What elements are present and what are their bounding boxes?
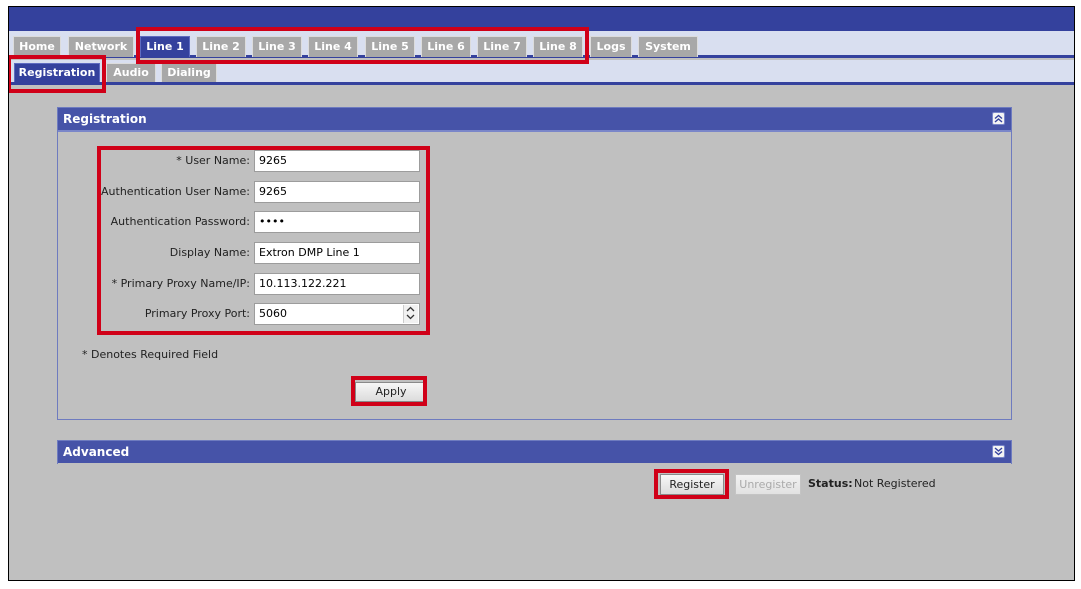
proxy-port-stepper[interactable]: 5060 xyxy=(254,303,420,325)
auth-user-name-row: Authentication User Name: xyxy=(58,181,254,203)
spinner-arrows-icon[interactable] xyxy=(403,305,418,323)
status-label: Status: xyxy=(808,477,853,490)
subtab-dialing[interactable]: Dialing xyxy=(161,63,217,82)
advanced-panel: Advanced xyxy=(57,440,1012,464)
tab-line-4[interactable]: Line 4 xyxy=(308,36,358,57)
proxy-port-value: 5060 xyxy=(259,307,287,320)
tab-line-3[interactable]: Line 3 xyxy=(252,36,302,57)
app-window: Home Network Line 1 Line 2 Line 3 Line 4… xyxy=(8,6,1075,581)
tab-line-7[interactable]: Line 7 xyxy=(477,36,527,57)
auth-user-name-input[interactable]: 9265 xyxy=(254,181,420,203)
collapse-icon[interactable] xyxy=(992,112,1005,125)
status-value: Not Registered xyxy=(854,477,936,490)
proxy-port-row: Primary Proxy Port: xyxy=(58,303,254,325)
auth-user-name-label: Authentication User Name: xyxy=(101,185,250,198)
primary-proxy-input[interactable]: 10.113.122.221 xyxy=(254,273,420,295)
registration-panel: Registration * User Name: 9265 Authentic… xyxy=(57,107,1012,420)
primary-proxy-label: * Primary Proxy Name/IP: xyxy=(111,277,250,290)
register-button[interactable]: Register xyxy=(660,474,724,495)
auth-password-label: Authentication Password: xyxy=(110,215,250,228)
user-name-input[interactable]: 9265 xyxy=(254,150,420,172)
subtab-audio[interactable]: Audio xyxy=(106,63,156,82)
apply-button[interactable]: Apply xyxy=(355,382,427,402)
user-name-row: * User Name: xyxy=(58,150,254,172)
main-tab-bar: Home Network Line 1 Line 2 Line 3 Line 4… xyxy=(9,31,1074,58)
auth-password-input[interactable]: •••• xyxy=(254,211,420,233)
tab-network[interactable]: Network xyxy=(68,36,134,57)
registration-panel-title: Registration xyxy=(63,112,147,126)
top-banner xyxy=(9,7,1074,31)
tab-logs[interactable]: Logs xyxy=(590,36,632,57)
display-name-row: Display Name: xyxy=(58,242,254,264)
subtab-registration[interactable]: Registration xyxy=(14,63,100,82)
advanced-panel-header[interactable]: Advanced xyxy=(58,441,1011,463)
proxy-port-label: Primary Proxy Port: xyxy=(144,307,250,320)
auth-password-row: Authentication Password: xyxy=(58,211,254,233)
display-name-label: Display Name: xyxy=(169,246,250,259)
tab-line-8[interactable]: Line 8 xyxy=(533,36,583,57)
advanced-panel-title: Advanced xyxy=(63,445,130,459)
user-name-label: * User Name: xyxy=(176,154,250,167)
tab-line-2[interactable]: Line 2 xyxy=(196,36,246,57)
display-name-input[interactable]: Extron DMP Line 1 xyxy=(254,242,420,264)
registration-panel-header: Registration xyxy=(58,108,1011,132)
primary-proxy-row: * Primary Proxy Name/IP: xyxy=(58,273,254,295)
tab-system[interactable]: System xyxy=(638,36,698,57)
tab-home[interactable]: Home xyxy=(13,36,61,57)
tab-line-6[interactable]: Line 6 xyxy=(421,36,471,57)
expand-icon[interactable] xyxy=(992,445,1005,458)
required-field-note: * Denotes Required Field xyxy=(82,348,219,361)
tab-line-5[interactable]: Line 5 xyxy=(365,36,415,57)
sub-tab-bar: Registration Audio Dialing xyxy=(9,60,1074,85)
unregister-button[interactable]: Unregister xyxy=(735,474,801,495)
tab-line-1[interactable]: Line 1 xyxy=(140,36,190,57)
